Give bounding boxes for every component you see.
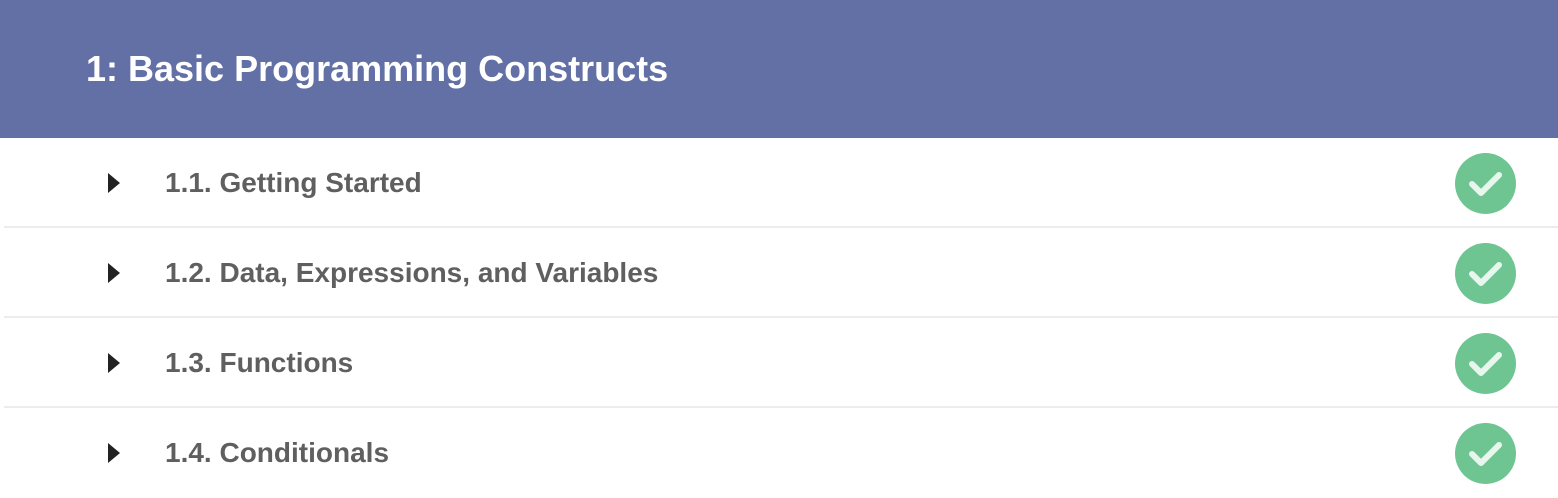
lesson-row-1-3[interactable]: 1.3. Functions xyxy=(4,318,1558,408)
lesson-list: 1.1. Getting Started 1.2. Data, Expressi… xyxy=(4,138,1558,498)
check-circle-icon xyxy=(1455,243,1516,304)
check-circle-icon xyxy=(1455,333,1516,394)
caret-right-icon[interactable] xyxy=(108,173,120,193)
lesson-row-1-4[interactable]: 1.4. Conditionals xyxy=(4,408,1558,498)
check-circle-icon xyxy=(1455,153,1516,214)
lesson-label[interactable]: 1.1. Getting Started xyxy=(165,166,422,200)
lesson-row-1-2[interactable]: 1.2. Data, Expressions, and Variables xyxy=(4,228,1558,318)
caret-right-icon[interactable] xyxy=(108,443,120,463)
lesson-label[interactable]: 1.2. Data, Expressions, and Variables xyxy=(165,256,658,290)
lesson-label[interactable]: 1.4. Conditionals xyxy=(165,436,389,470)
lesson-row-1-1[interactable]: 1.1. Getting Started xyxy=(4,138,1558,228)
caret-right-icon[interactable] xyxy=(108,263,120,283)
caret-right-icon[interactable] xyxy=(108,353,120,373)
module-header: 1: Basic Programming Constructs xyxy=(0,0,1558,138)
module-title: 1: Basic Programming Constructs xyxy=(86,48,669,89)
module-section: 1: Basic Programming Constructs 1.1. Get… xyxy=(0,0,1558,498)
check-circle-icon xyxy=(1455,423,1516,484)
lesson-label[interactable]: 1.3. Functions xyxy=(165,346,353,380)
